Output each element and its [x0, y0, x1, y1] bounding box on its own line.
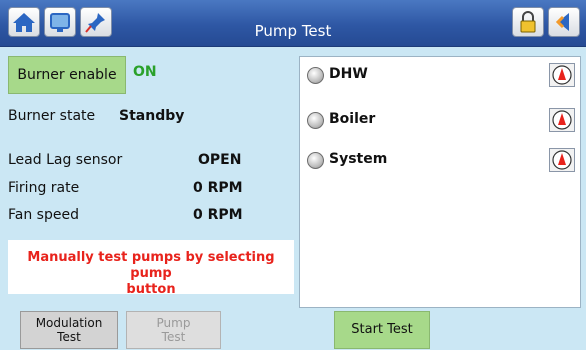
- pump-test-line-1: Pump: [156, 316, 191, 330]
- pump-gauge-icon[interactable]: [549, 108, 575, 132]
- modulation-test-line-2: Test: [57, 330, 81, 344]
- pump-gauge-icon[interactable]: [549, 148, 575, 172]
- radio-button-icon[interactable]: [307, 112, 324, 129]
- modulation-test-line-1: Modulation: [35, 316, 103, 330]
- page-title: Pump Test: [254, 22, 332, 40]
- instruction-message: Manually test pumps by selecting pump bu…: [8, 250, 294, 298]
- fan-speed-value: 0 RPM: [193, 207, 243, 223]
- burner-state-value: Standby: [119, 108, 185, 124]
- lock-icon[interactable]: [512, 7, 544, 37]
- pump-label: Boiler: [329, 111, 376, 127]
- burner-enable-status: ON: [133, 64, 157, 80]
- firing-rate-value: 0 RPM: [193, 180, 243, 196]
- pump-gauge-icon[interactable]: [549, 63, 575, 87]
- back-icon[interactable]: [548, 7, 580, 37]
- title-bar: Pump Test: [0, 0, 586, 47]
- lead-lag-sensor-label: Lead Lag sensor: [8, 152, 123, 168]
- instruction-line-1: Manually test pumps by selecting pump: [27, 250, 275, 281]
- pump-test-line-2: Test: [161, 330, 186, 344]
- pump-panel: [299, 56, 581, 308]
- start-test-button[interactable]: Start Test: [334, 311, 430, 349]
- radio-button-icon[interactable]: [307, 152, 324, 169]
- lead-lag-sensor-value: OPEN: [198, 152, 242, 168]
- modulation-test-button[interactable]: Modulation Test: [20, 311, 118, 349]
- radio-button-icon[interactable]: [307, 67, 324, 84]
- pump-label: System: [329, 151, 388, 167]
- pump-test-button[interactable]: Pump Test: [126, 311, 221, 349]
- firing-rate-label: Firing rate: [8, 180, 80, 196]
- burner-enable-button[interactable]: Burner enable: [8, 56, 126, 94]
- instruction-line-2: button: [126, 282, 176, 297]
- pump-label: DHW: [329, 66, 368, 82]
- fan-speed-label: Fan speed: [8, 207, 79, 223]
- burner-state-label: Burner state: [8, 108, 96, 124]
